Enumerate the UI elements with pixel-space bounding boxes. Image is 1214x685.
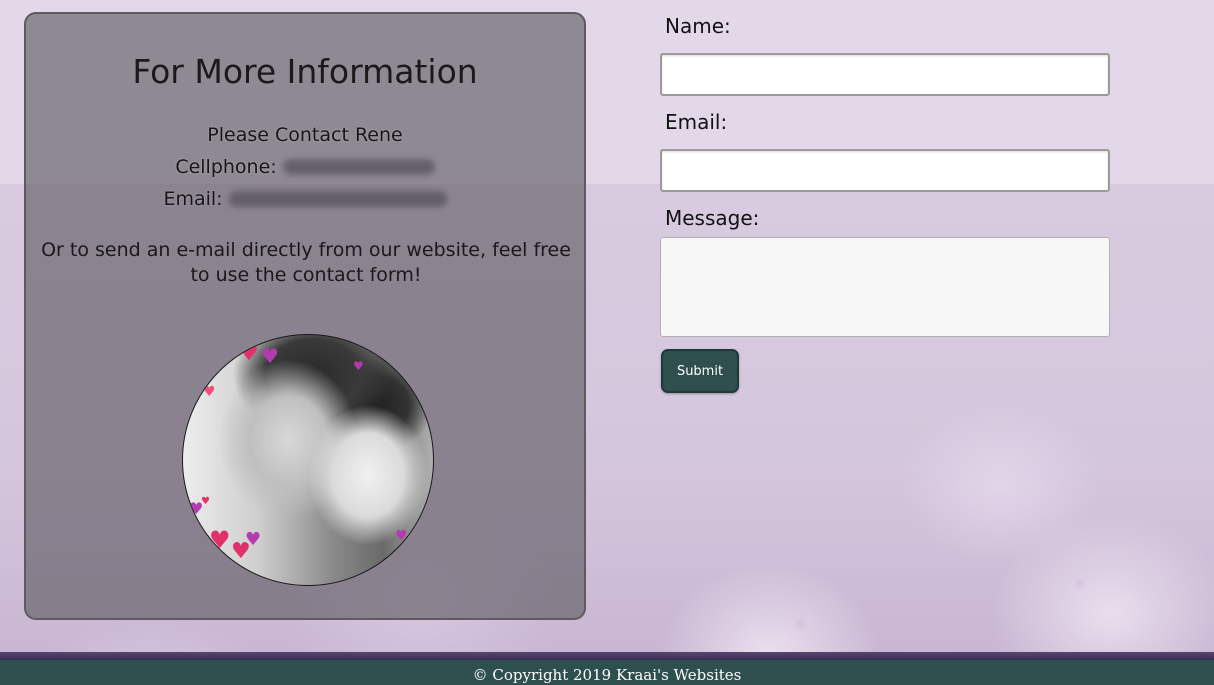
heart-icon: ♥	[395, 528, 408, 544]
heart-icon: ♥	[221, 556, 234, 572]
email-field-label: Email:	[665, 110, 728, 134]
heart-icon: ♥	[209, 526, 231, 554]
submit-button[interactable]: Submit	[661, 349, 739, 393]
message-label: Message:	[665, 206, 760, 230]
background-bottom-strip	[0, 652, 1214, 660]
heart-icon: ♥	[261, 344, 279, 368]
message-textarea[interactable]	[660, 237, 1110, 337]
footer: © Copyright 2019 Kraai's Websites	[0, 660, 1214, 685]
heart-icon: ♥	[239, 341, 259, 366]
copyright-text: © Copyright 2019 Kraai's Websites	[472, 666, 742, 684]
email-value-redacted	[228, 191, 447, 207]
cellphone-row: Cellphone:	[26, 156, 584, 178]
contact-person-line: Please Contact Rene	[207, 124, 403, 146]
email-label: Email:	[163, 188, 223, 210]
email-row: Email:	[26, 188, 584, 210]
cellphone-label: Cellphone:	[175, 156, 277, 178]
name-label: Name:	[665, 14, 731, 38]
cellphone-value-redacted	[282, 159, 435, 175]
info-title: For More Information	[132, 52, 478, 91]
name-input[interactable]	[660, 53, 1110, 96]
email-input[interactable]	[660, 149, 1110, 192]
couple-photo: ♥ ♥ ♥ ♥ ♥ ♥ ♥ ♥ ♥ ♥ ♥	[182, 334, 434, 586]
heart-icon: ♥	[203, 384, 216, 400]
contact-form-note: Or to send an e-mail directly from our w…	[41, 239, 571, 286]
contact-info-panel: For More Information Please Contact Rene…	[24, 12, 586, 620]
heart-icon: ♥	[353, 359, 364, 373]
heart-icon: ♥	[245, 529, 262, 550]
heart-icon: ♥	[201, 496, 210, 507]
